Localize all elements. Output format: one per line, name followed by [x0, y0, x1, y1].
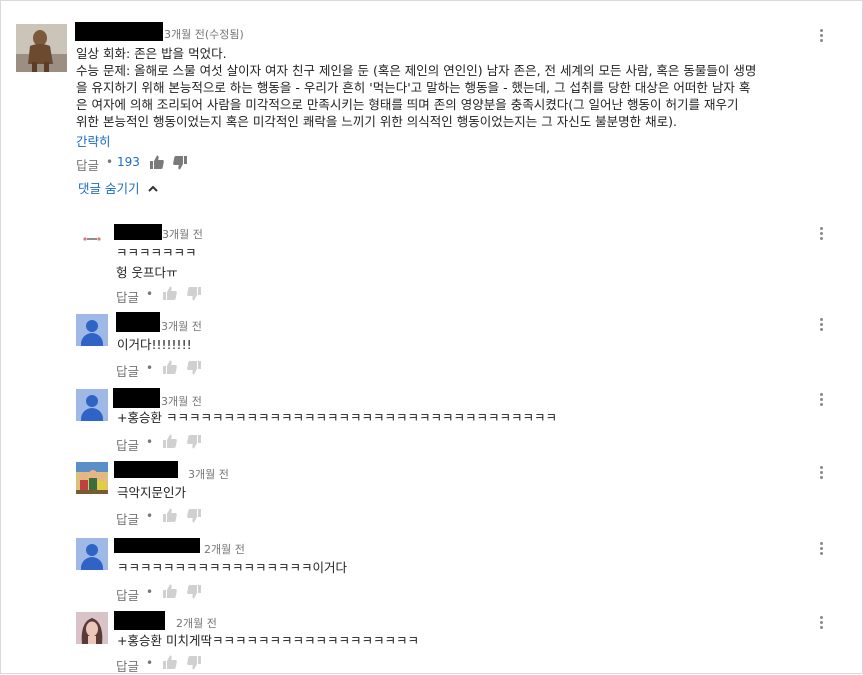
thumbs-down-icon[interactable] — [187, 656, 201, 670]
comment-line: 일상 회화: 존은 밥을 먹었다. — [76, 46, 227, 61]
reply-text: +홍승환 ㅋㅋㅋㅋㅋㅋㅋㅋㅋㅋㅋㅋㅋㅋㅋㅋㅋㅋㅋㅋㅋㅋㅋㅋㅋㅋㅋㅋㅋㅋㅋㅋㅋㅋ — [117, 409, 557, 426]
author-name[interactable] — [114, 611, 165, 630]
avatar[interactable] — [76, 389, 108, 421]
reply-button[interactable]: 답글 — [116, 656, 139, 675]
author-name[interactable] — [75, 22, 163, 41]
reply-button[interactable]: 답글 — [76, 155, 99, 174]
comment-timestamp[interactable]: 3개월 전 — [188, 466, 229, 482]
like-count: 193 — [117, 155, 140, 169]
separator-dot: • — [146, 509, 154, 523]
comment-menu-icon[interactable] — [819, 29, 825, 43]
author-name[interactable] — [114, 461, 178, 478]
comment-timestamp[interactable]: 2개월 전 — [204, 541, 245, 557]
show-less-link[interactable]: 간략히 — [76, 131, 111, 150]
separator-dot: • — [146, 361, 154, 375]
reply-text: 극악지문인가 — [117, 484, 186, 501]
reply-button[interactable]: 답글 — [116, 287, 139, 306]
reply-line: 극악지문인가 — [117, 485, 187, 500]
thumbs-up-icon[interactable] — [163, 508, 177, 522]
reply-text: +홍승환 미치게딱ㅋㅋㅋㅋㅋㅋㅋㅋㅋㅋㅋㅋㅋㅋㅋㅋㅋㅋ — [117, 632, 419, 649]
comment-timestamp[interactable]: 3개월 전 — [162, 226, 203, 242]
thumbs-down-icon[interactable] — [187, 287, 201, 301]
thumbs-up-icon[interactable] — [163, 434, 177, 448]
comment-line: 을 유지하기 위해 본능적으로 하는 행동을 - 우리가 흔히 '먹는다'고 말… — [76, 80, 751, 95]
separator-dot: • — [146, 656, 154, 670]
separator-dot: • — [146, 287, 154, 301]
reply-button[interactable]: 답글 — [116, 509, 139, 528]
reply-line: 헝 웃프다ㅠ — [116, 265, 178, 280]
comment-line: 수능 문제: 올해로 스물 여섯 살이자 여자 친구 제인을 둔 (혹은 제인의… — [76, 63, 757, 78]
comment-menu-icon[interactable] — [819, 542, 825, 556]
reply-text: ㅋㅋㅋㅋㅋㅋㅋㅋㅋㅋㅋㅋㅋㅋㅋㅋㅋ이거다 — [117, 559, 347, 576]
thumbs-up-icon[interactable] — [163, 584, 177, 598]
comment-timestamp[interactable]: 3개월 전 — [161, 393, 202, 409]
thumbs-down-icon[interactable] — [187, 585, 201, 599]
avatar[interactable] — [76, 462, 108, 494]
comment-text: 일상 회화: 존은 밥을 먹었다. 수능 문제: 올해로 스물 여섯 살이자 여… — [76, 45, 836, 130]
reply-line: ㅋㅋㅋㅋㅋㅋㅋㅋㅋㅋㅋㅋㅋㅋㅋㅋㅋ이거다 — [117, 560, 348, 575]
reply-text: 이거다!!!!!!!! — [117, 336, 192, 353]
comment-menu-icon[interactable] — [819, 318, 825, 332]
comment-menu-icon[interactable] — [819, 393, 825, 407]
author-name[interactable] — [113, 388, 160, 408]
reply-text: ㅋㅋㅋㅋㅋㅋㅋ 헝 웃프다ㅠ — [116, 243, 197, 283]
comment-timestamp[interactable]: 3개월 전 — [161, 318, 202, 334]
comment-line: 은 여자에 의해 조리되어 사람을 미각적으로 만족시키는 형태를 띄며 존의 … — [76, 97, 739, 112]
hide-replies-label: 댓글 숨기기 — [78, 181, 140, 196]
reply-button[interactable]: 답글 — [116, 361, 139, 380]
reply-line: +홍승환 미치게딱ㅋㅋㅋㅋㅋㅋㅋㅋㅋㅋㅋㅋㅋㅋㅋㅋㅋㅋ — [117, 633, 419, 648]
comment-timestamp[interactable]: 2개월 전 — [176, 615, 217, 631]
avatar[interactable] — [76, 538, 108, 570]
author-name[interactable] — [116, 312, 160, 332]
thumbs-up-icon[interactable] — [163, 286, 177, 300]
thumbs-up-icon[interactable] — [163, 655, 177, 669]
author-name[interactable] — [114, 538, 200, 553]
separator-dot: • — [146, 585, 154, 599]
thumbs-down-icon[interactable] — [173, 156, 187, 170]
thumbs-down-icon[interactable] — [187, 361, 201, 375]
separator-dot: • — [106, 155, 114, 169]
comment-menu-icon[interactable] — [819, 466, 825, 480]
reply-button[interactable]: 답글 — [116, 585, 139, 604]
comment-timestamp[interactable]: 3개월 전(수정됨) — [164, 26, 244, 42]
avatar[interactable] — [16, 24, 67, 72]
avatar[interactable] — [76, 314, 108, 346]
reply-line: 이거다!!!!!!!! — [117, 337, 192, 352]
avatar[interactable] — [76, 229, 108, 249]
chevron-up-icon — [148, 185, 159, 192]
thumbs-down-icon[interactable] — [187, 509, 201, 523]
hide-replies-toggle[interactable]: 댓글 숨기기 — [78, 178, 159, 197]
comment-line: 위한 본능적인 행동이었는지 혹은 미각적인 쾌락을 느끼기 위한 의식적인 행… — [76, 114, 678, 129]
thumbs-up-icon[interactable] — [150, 155, 164, 169]
comment-menu-icon[interactable] — [819, 227, 825, 241]
avatar[interactable] — [76, 612, 108, 644]
reply-line: +홍승환 ㅋㅋㅋㅋㅋㅋㅋㅋㅋㅋㅋㅋㅋㅋㅋㅋㅋㅋㅋㅋㅋㅋㅋㅋㅋㅋㅋㅋㅋㅋㅋㅋㅋㅋ — [117, 410, 557, 425]
reply-line: ㅋㅋㅋㅋㅋㅋㅋ — [116, 245, 197, 260]
separator-dot: • — [146, 435, 154, 449]
thumbs-down-icon[interactable] — [187, 435, 201, 449]
comment-menu-icon[interactable] — [819, 616, 825, 630]
reply-button[interactable]: 답글 — [116, 435, 139, 454]
thumbs-up-icon[interactable] — [163, 360, 177, 374]
author-name[interactable] — [114, 224, 162, 240]
